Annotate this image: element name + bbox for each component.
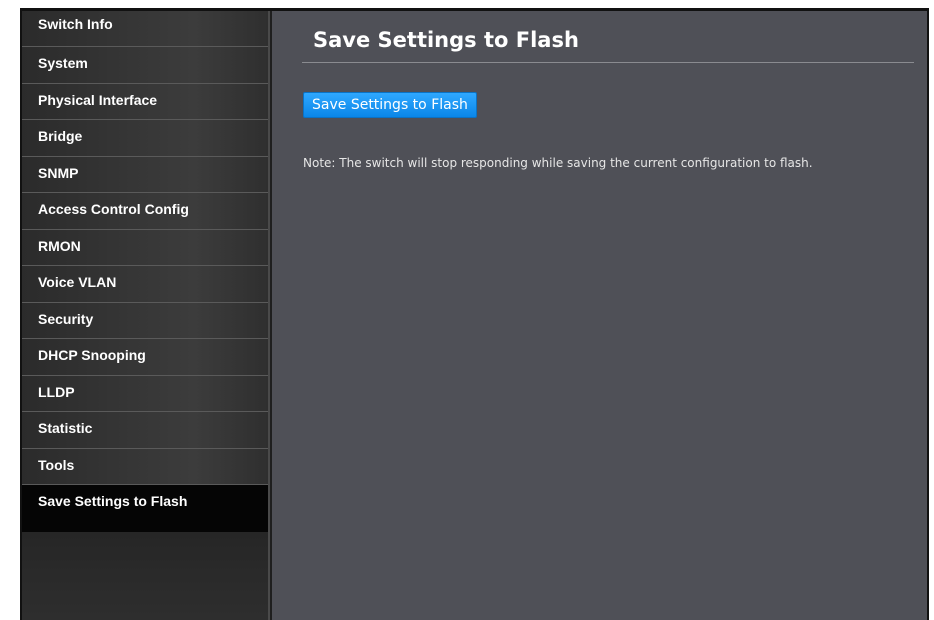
sidebar-item-voice-vlan[interactable]: Voice VLAN bbox=[22, 266, 268, 303]
save-settings-button[interactable]: Save Settings to Flash bbox=[303, 92, 477, 118]
page-title: Save Settings to Flash bbox=[313, 28, 579, 52]
sidebar-item-access-control-config[interactable]: Access Control Config bbox=[22, 193, 268, 230]
sidebar-item-snmp[interactable]: SNMP bbox=[22, 156, 268, 193]
sidebar-item-rmon[interactable]: RMON bbox=[22, 229, 268, 266]
sidebar-item-bridge[interactable]: Bridge bbox=[22, 120, 268, 157]
sidebar-item-switch-info[interactable]: Switch Info bbox=[22, 11, 268, 47]
sidebar-item-physical-interface[interactable]: Physical Interface bbox=[22, 83, 268, 120]
sidebar-nav: Switch Info System Physical Interface Br… bbox=[22, 11, 270, 620]
sidebar-item-dhcp-snooping[interactable]: DHCP Snooping bbox=[22, 339, 268, 376]
sidebar-footer-panel bbox=[22, 532, 268, 620]
content-panel: Save Settings to Flash Save Settings to … bbox=[272, 11, 927, 620]
title-divider bbox=[302, 62, 914, 63]
sidebar-item-statistic[interactable]: Statistic bbox=[22, 412, 268, 449]
sidebar-item-security[interactable]: Security bbox=[22, 302, 268, 339]
app-frame: Switch Info System Physical Interface Br… bbox=[20, 8, 929, 620]
sidebar-item-lldp[interactable]: LLDP bbox=[22, 375, 268, 412]
sidebar-item-save-settings-to-flash[interactable]: Save Settings to Flash bbox=[22, 485, 268, 535]
sidebar-item-tools[interactable]: Tools bbox=[22, 448, 268, 485]
note-text: Note: The switch will stop responding wh… bbox=[303, 156, 813, 170]
sidebar-item-system[interactable]: System bbox=[22, 47, 268, 84]
